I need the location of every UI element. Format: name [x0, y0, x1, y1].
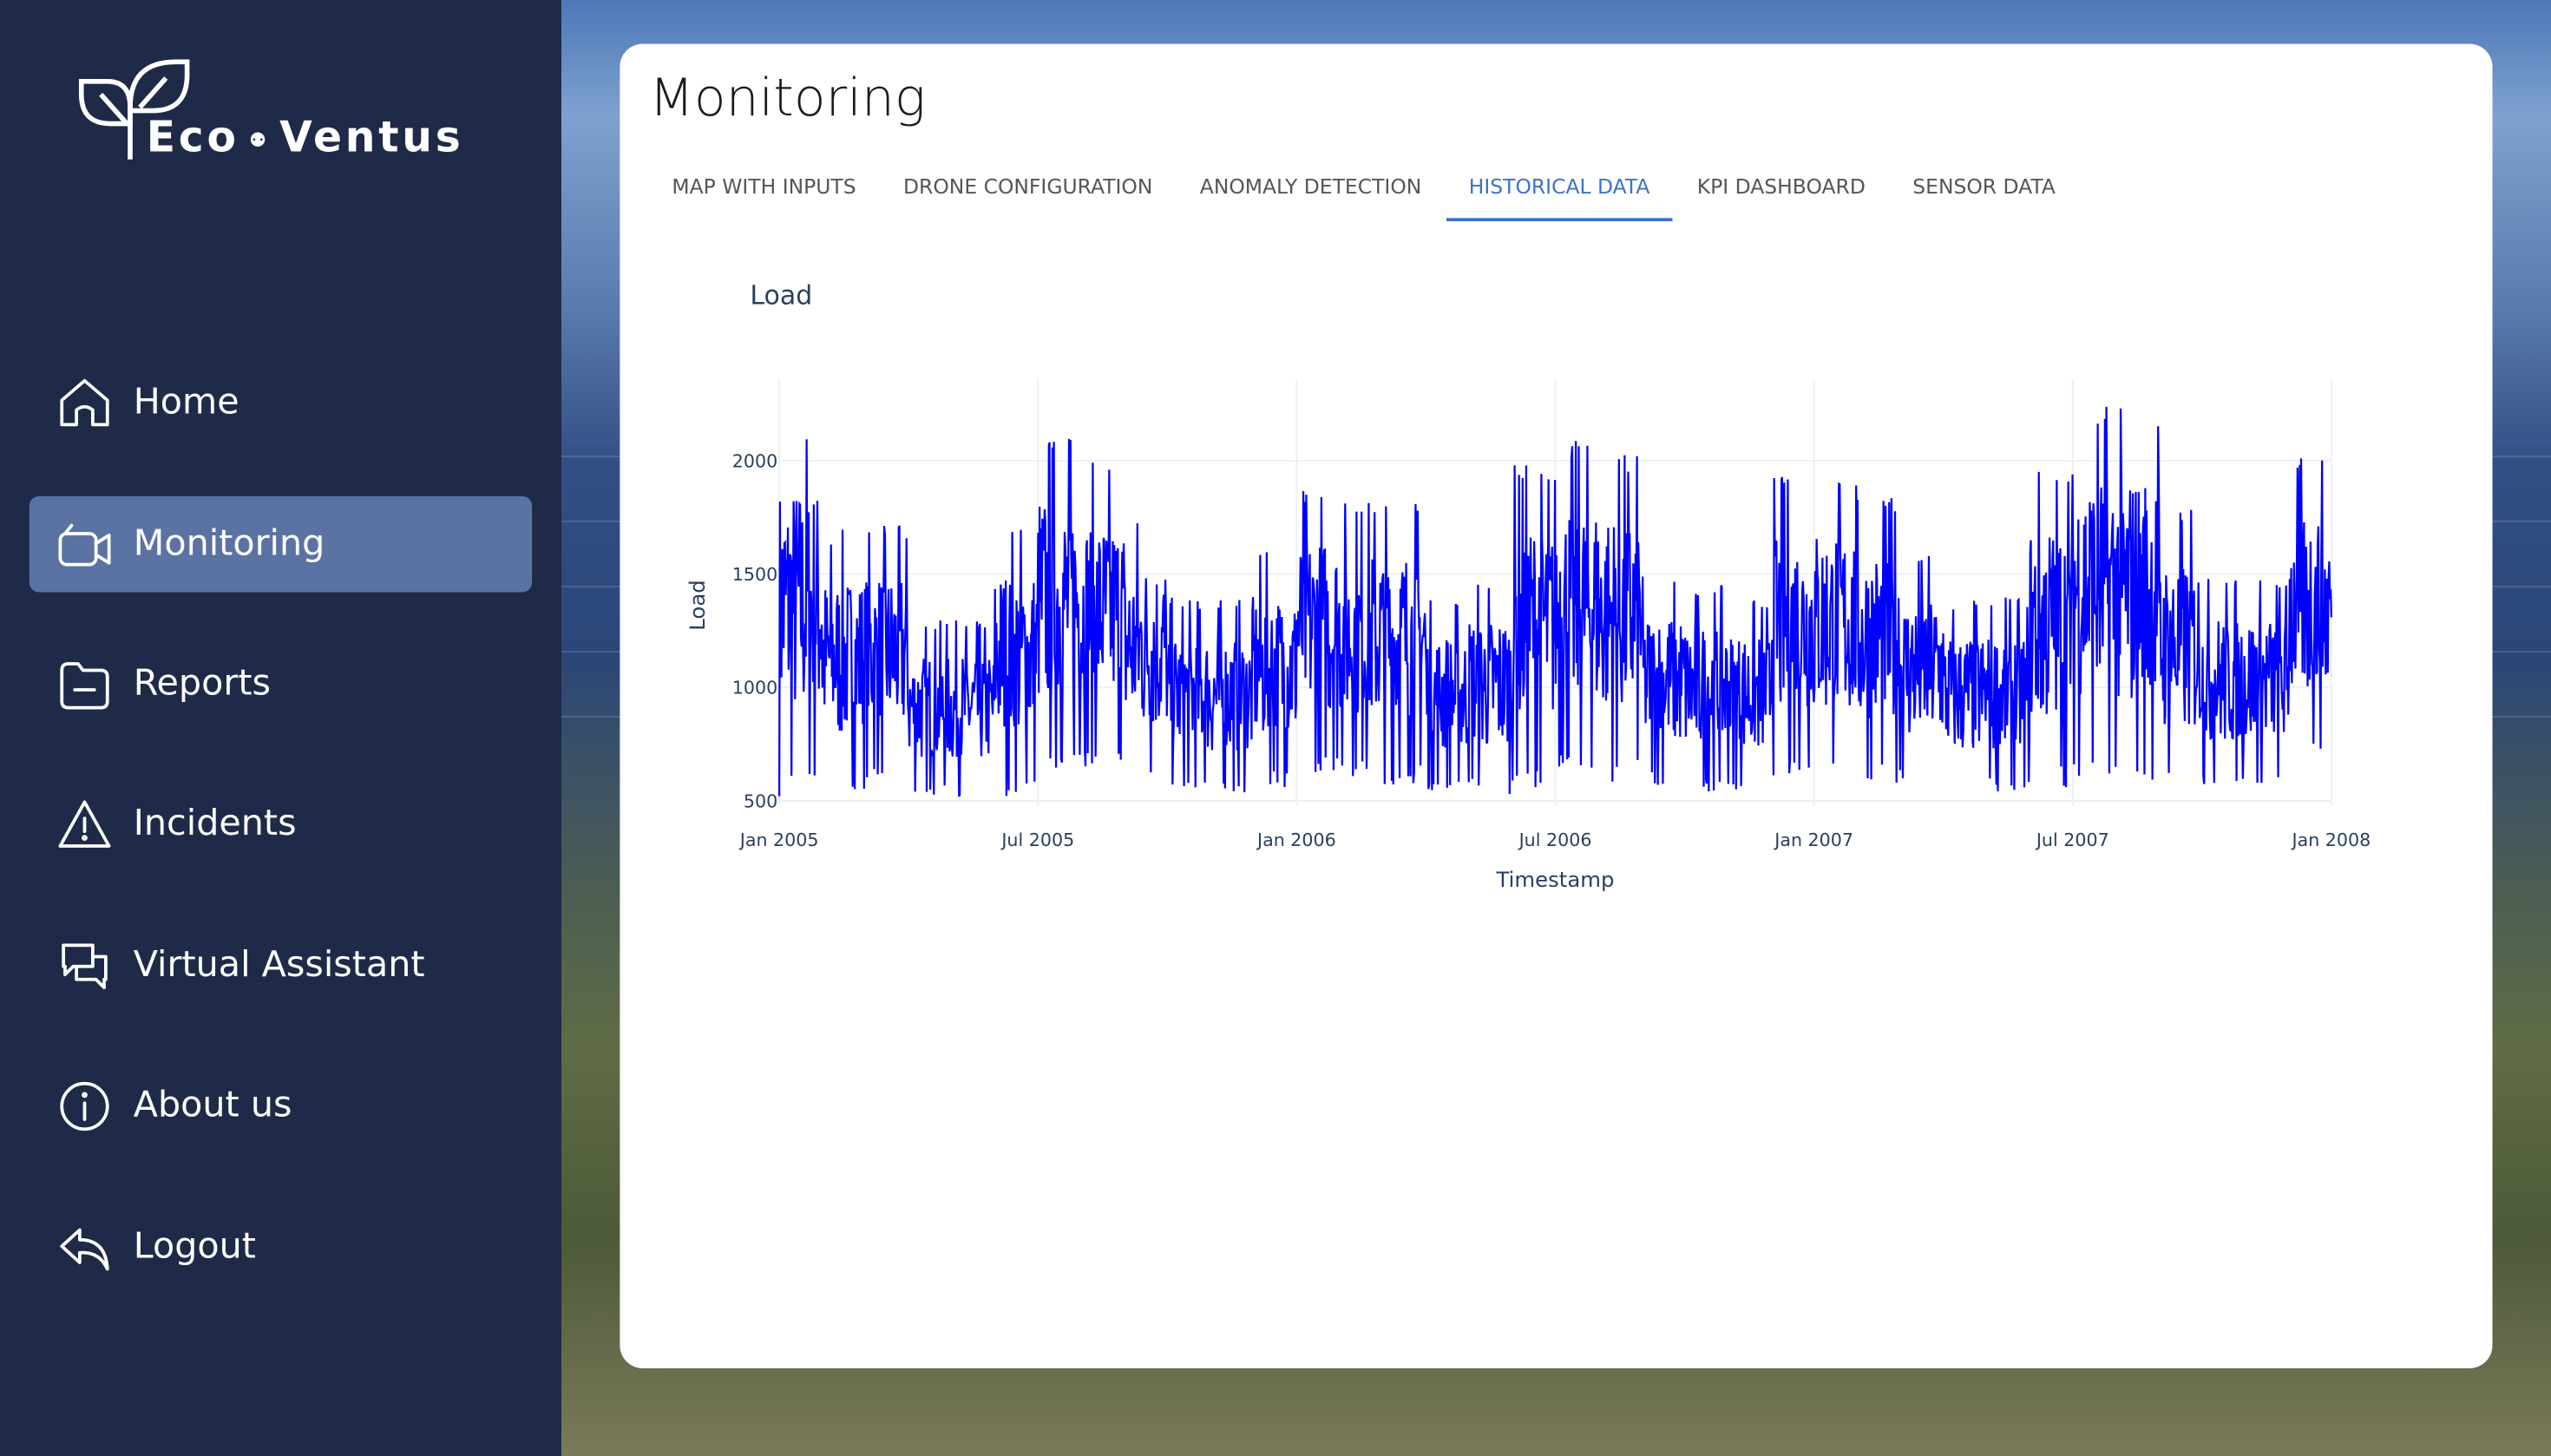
info-icon	[60, 1080, 109, 1131]
sidebar-item-incidents[interactable]: Incidents	[30, 776, 532, 872]
x-axis-title: Timestamp	[1496, 867, 1615, 892]
x-tick-label: Jul 2006	[1518, 830, 1592, 850]
x-tick-label: Jan 2006	[1256, 830, 1336, 850]
logo[interactable]: Eco ⚉ Ventus	[0, 0, 561, 195]
content-card: Monitoring MAP WITH INPUTS DRONE CONFIGU…	[620, 43, 2493, 1368]
y-tick-label: 500	[744, 790, 777, 811]
x-tick-label: Jan 2008	[2290, 830, 2371, 850]
sidebar-item-label: Logout	[133, 1226, 256, 1268]
y-tick-label: 2000	[732, 450, 777, 471]
sidebar-item-logout[interactable]: Logout	[30, 1199, 532, 1295]
tab-map-with-inputs[interactable]: MAP WITH INPUTS	[649, 164, 879, 221]
drone-icon: ⚉	[248, 128, 270, 151]
sidebar-item-label: Incidents	[133, 803, 297, 845]
tab-kpi-dashboard[interactable]: KPI DASHBOARD	[1675, 164, 1889, 221]
tab-bar: MAP WITH INPUTS DRONE CONFIGURATION ANOM…	[649, 164, 2080, 221]
sidebar-item-virtual-assistant[interactable]: Virtual Assistant	[30, 918, 532, 1014]
tab-sensor-data[interactable]: SENSOR DATA	[1890, 164, 2078, 221]
page-title: Monitoring	[649, 66, 926, 129]
sidebar-item-label: Reports	[133, 664, 271, 705]
home-icon	[60, 377, 109, 426]
x-tick-label: Jul 2007	[2035, 830, 2109, 850]
y-tick-label: 1500	[732, 564, 777, 585]
x-tick-label: Jan 2007	[1773, 830, 1853, 850]
chat-icon	[62, 942, 108, 989]
load-chart[interactable]: Load 500 1000 1500 2000 Jan 2005 Jul 2005 Jan …	[620, 255, 2492, 971]
sidebar-item-label: Monitoring	[133, 523, 325, 565]
tab-drone-configuration[interactable]: DRONE CONFIGURATION	[881, 164, 1176, 221]
video-camera-icon	[58, 522, 111, 566]
x-tick-label: Jul 2005	[1000, 830, 1074, 850]
sidebar-item-about-us[interactable]: About us	[30, 1058, 532, 1154]
y-axis-title: Load	[685, 580, 710, 630]
sidebar-item-label: Virtual Assistant	[133, 945, 425, 987]
chart-title: Load	[750, 281, 812, 312]
sidebar-item-label: Home	[133, 382, 239, 423]
tab-historical-data[interactable]: HISTORICAL DATA	[1446, 164, 1674, 221]
logout-icon	[60, 1227, 109, 1270]
sidebar-item-home[interactable]: Home	[30, 355, 532, 451]
x-tick-label: Jan 2005	[738, 830, 819, 850]
sidebar-item-monitoring[interactable]: Monitoring	[29, 495, 533, 593]
y-tick-label: 1000	[732, 678, 777, 698]
sidebar: Eco ⚉ Ventus Home Monitoring Reports Incid…	[0, 0, 561, 1456]
brand-name-right: Ventus	[279, 114, 464, 163]
sidebar-item-reports[interactable]: Reports	[30, 636, 532, 732]
folder-icon	[60, 661, 109, 709]
sidebar-item-label: About us	[133, 1085, 292, 1126]
tab-anomaly-detection[interactable]: ANOMALY DETECTION	[1177, 164, 1445, 221]
brand-name-left: Eco	[146, 114, 239, 163]
warning-icon	[58, 799, 111, 847]
